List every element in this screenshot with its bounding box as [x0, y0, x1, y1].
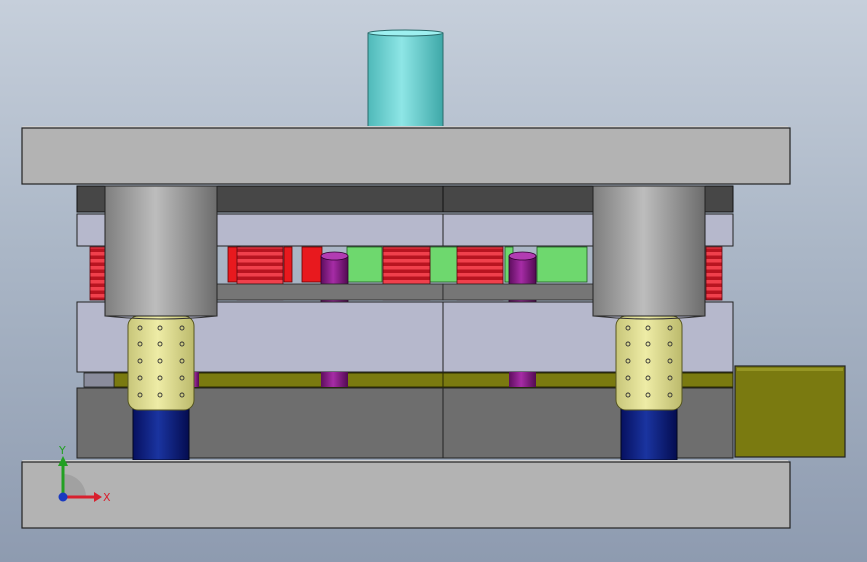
die-assembly-model[interactable]: Y X	[0, 0, 867, 562]
z-axis-dot	[58, 492, 68, 502]
guide-post-left[interactable]	[104, 185, 218, 320]
cad-3d-viewport[interactable]: Y X	[0, 0, 867, 562]
guide-pillar-left[interactable]	[132, 405, 190, 461]
triad-x-label: X	[103, 491, 111, 504]
spring-5[interactable]	[705, 246, 723, 301]
spring-1[interactable]	[89, 246, 107, 301]
bottom-base-plate[interactable]	[21, 460, 791, 529]
guide-pillar-right[interactable]	[620, 405, 678, 461]
punch[interactable]	[367, 29, 444, 129]
top-clamp-plate[interactable]	[21, 126, 791, 185]
stripper-plate-thin[interactable]	[216, 283, 596, 301]
side-stop-block[interactable]	[734, 365, 846, 458]
guide-post-right[interactable]	[592, 185, 706, 320]
guide-bushing-left[interactable]	[127, 315, 195, 411]
triad-y-label: Y	[58, 444, 66, 457]
guide-bushing-right[interactable]	[615, 315, 683, 411]
